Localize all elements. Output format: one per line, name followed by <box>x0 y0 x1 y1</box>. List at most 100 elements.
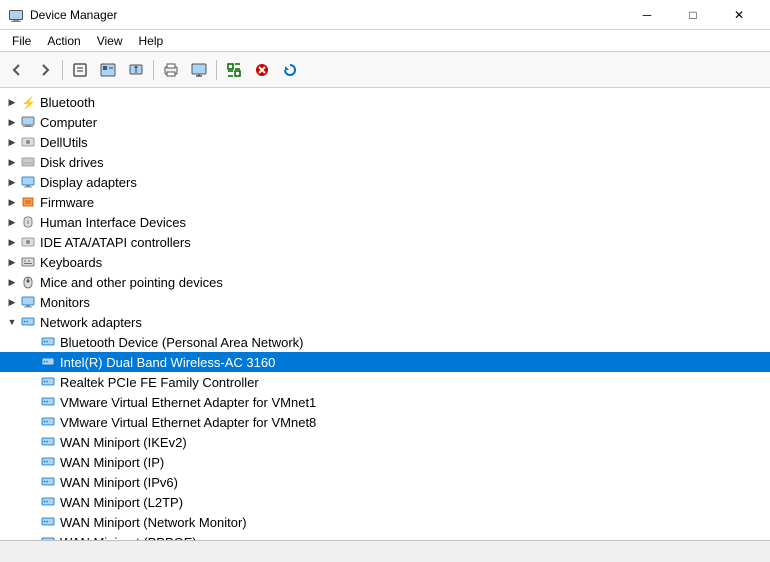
app-icon <box>8 7 24 23</box>
icon-wan-ikev2 <box>40 434 56 450</box>
tree-item-wan-netmon[interactable]: WAN Miniport (Network Monitor) <box>0 512 770 532</box>
tree-item-disk-drives[interactable]: ▶ Disk drives <box>0 152 770 172</box>
svg-text:⚡: ⚡ <box>21 96 35 109</box>
uninstall-button[interactable] <box>249 57 275 83</box>
icon-ide <box>20 234 36 250</box>
icon-mice <box>20 274 36 290</box>
label-firmware: Firmware <box>40 195 94 210</box>
label-ide: IDE ATA/ATAPI controllers <box>40 235 191 250</box>
tree-item-mice[interactable]: ▶ Mice and other pointing devices <box>0 272 770 292</box>
icon-network-adapters <box>20 314 36 330</box>
tree-item-wan-ipv6[interactable]: WAN Miniport (IPv6) <box>0 472 770 492</box>
icon-display-adapters <box>20 174 36 190</box>
label-wan-pppoe: WAN Miniport (PPPOE) <box>60 535 197 541</box>
tree-item-wan-ikev2[interactable]: WAN Miniport (IKEv2) <box>0 432 770 452</box>
label-wan-ip: WAN Miniport (IP) <box>60 455 164 470</box>
label-disk-drives: Disk drives <box>40 155 104 170</box>
expand-btn-mice[interactable]: ▶ <box>4 274 20 290</box>
icon-hid <box>20 214 36 230</box>
expand-btn-disk-drives[interactable]: ▶ <box>4 154 20 170</box>
icon-bluetooth: ⚡ <box>20 94 36 110</box>
display-button[interactable] <box>186 57 212 83</box>
label-hid: Human Interface Devices <box>40 215 186 230</box>
main-content: ▶⚡Bluetooth▶Computer▶DellUtils▶Disk driv… <box>0 88 770 540</box>
label-monitors: Monitors <box>40 295 90 310</box>
menu-help[interactable]: Help <box>131 32 172 50</box>
label-network-adapters: Network adapters <box>40 315 142 330</box>
icon-keyboards <box>20 254 36 270</box>
update-driver-button[interactable] <box>123 57 149 83</box>
tree-item-display-adapters[interactable]: ▶ Display adapters <box>0 172 770 192</box>
tree-item-vmware-vmnet8[interactable]: VMware Virtual Ethernet Adapter for VMne… <box>0 412 770 432</box>
tree-item-vmware-vmnet1[interactable]: VMware Virtual Ethernet Adapter for VMne… <box>0 392 770 412</box>
icon-dellutils <box>20 134 36 150</box>
scan-button[interactable] <box>221 57 247 83</box>
label-vmware-vmnet1: VMware Virtual Ethernet Adapter for VMne… <box>60 395 316 410</box>
icon-wan-ip <box>40 454 56 470</box>
expand-btn-computer[interactable]: ▶ <box>4 114 20 130</box>
label-wan-l2tp: WAN Miniport (L2TP) <box>60 495 183 510</box>
icon-disk-drives <box>20 154 36 170</box>
tree-item-firmware[interactable]: ▶ Firmware <box>0 192 770 212</box>
icon-monitors <box>20 294 36 310</box>
expand-btn-display-adapters[interactable]: ▶ <box>4 174 20 190</box>
title-bar: Device Manager ─ □ ✕ <box>0 0 770 30</box>
refresh-button[interactable] <box>277 57 303 83</box>
icon-bt-pan <box>40 334 56 350</box>
expand-btn-hid[interactable]: ▶ <box>4 214 20 230</box>
expand-btn-network-adapters[interactable]: ▼ <box>4 314 20 330</box>
label-vmware-vmnet8: VMware Virtual Ethernet Adapter for VMne… <box>60 415 316 430</box>
expand-btn-dellutils[interactable]: ▶ <box>4 134 20 150</box>
tree-item-bt-pan[interactable]: Bluetooth Device (Personal Area Network) <box>0 332 770 352</box>
expand-btn-firmware[interactable]: ▶ <box>4 194 20 210</box>
menu-bar: File Action View Help <box>0 30 770 52</box>
icon-computer <box>20 114 36 130</box>
close-button[interactable]: ✕ <box>716 0 762 30</box>
tree-item-ide[interactable]: ▶ IDE ATA/ATAPI controllers <box>0 232 770 252</box>
icon-wan-pppoe <box>40 534 56 540</box>
tree-item-bluetooth[interactable]: ▶⚡ Bluetooth <box>0 92 770 112</box>
tree-item-wan-pppoe[interactable]: WAN Miniport (PPPOE) <box>0 532 770 540</box>
icon-realtek-pcie <box>40 374 56 390</box>
tree-item-intel-wifi[interactable]: Intel(R) Dual Band Wireless-AC 3160 <box>0 352 770 372</box>
label-bt-pan: Bluetooth Device (Personal Area Network) <box>60 335 304 350</box>
expand-btn-monitors[interactable]: ▶ <box>4 294 20 310</box>
label-mice: Mice and other pointing devices <box>40 275 223 290</box>
tree-item-monitors[interactable]: ▶ Monitors <box>0 292 770 312</box>
toolbar-sep-2 <box>153 60 154 80</box>
tree-item-realtek-pcie[interactable]: Realtek PCIe FE Family Controller <box>0 372 770 392</box>
tree-item-computer[interactable]: ▶ Computer <box>0 112 770 132</box>
label-computer: Computer <box>40 115 97 130</box>
tree-item-keyboards[interactable]: ▶Keyboards <box>0 252 770 272</box>
expand-btn-keyboards[interactable]: ▶ <box>4 254 20 270</box>
label-bluetooth: Bluetooth <box>40 95 95 110</box>
menu-file[interactable]: File <box>4 32 39 50</box>
tree-item-hid[interactable]: ▶ Human Interface Devices <box>0 212 770 232</box>
properties-button[interactable] <box>67 57 93 83</box>
tree-item-network-adapters[interactable]: ▼ Network adapters <box>0 312 770 332</box>
toolbar-sep-1 <box>62 60 63 80</box>
back-button[interactable] <box>4 57 30 83</box>
icon-firmware <box>20 194 36 210</box>
icon-vmware-vmnet1 <box>40 394 56 410</box>
icon-wan-l2tp <box>40 494 56 510</box>
label-display-adapters: Display adapters <box>40 175 137 190</box>
icon-vmware-vmnet8 <box>40 414 56 430</box>
tree-item-dellutils[interactable]: ▶DellUtils <box>0 132 770 152</box>
toggle-button[interactable] <box>95 57 121 83</box>
minimize-button[interactable]: ─ <box>624 0 670 30</box>
expand-btn-ide[interactable]: ▶ <box>4 234 20 250</box>
menu-action[interactable]: Action <box>39 32 88 50</box>
device-tree[interactable]: ▶⚡Bluetooth▶Computer▶DellUtils▶Disk driv… <box>0 88 770 540</box>
maximize-button[interactable]: □ <box>670 0 716 30</box>
menu-view[interactable]: View <box>89 32 131 50</box>
tree-item-wan-l2tp[interactable]: WAN Miniport (L2TP) <box>0 492 770 512</box>
forward-button[interactable] <box>32 57 58 83</box>
expand-btn-bluetooth[interactable]: ▶ <box>4 94 20 110</box>
label-wan-ipv6: WAN Miniport (IPv6) <box>60 475 178 490</box>
label-intel-wifi: Intel(R) Dual Band Wireless-AC 3160 <box>60 355 275 370</box>
label-wan-ikev2: WAN Miniport (IKEv2) <box>60 435 187 450</box>
print-button[interactable] <box>158 57 184 83</box>
title-bar-controls: ─ □ ✕ <box>624 0 762 30</box>
tree-item-wan-ip[interactable]: WAN Miniport (IP) <box>0 452 770 472</box>
